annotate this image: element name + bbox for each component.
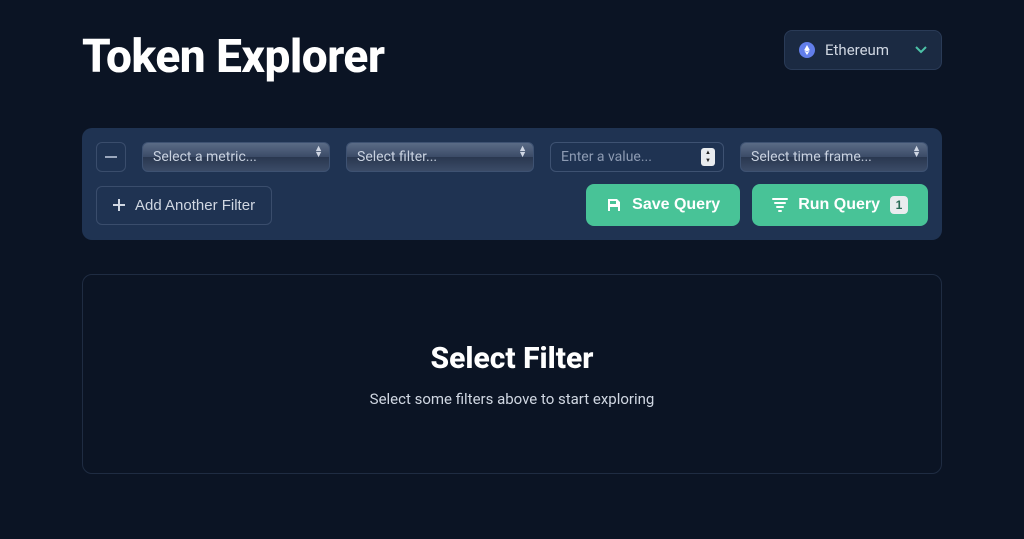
timeframe-select[interactable]: Select time frame... ▲▼ [740,142,928,172]
select-caret-icon: ▲▼ [314,146,323,158]
number-stepper-icon[interactable]: ▲▼ [701,148,715,166]
metric-select-placeholder: Select a metric... [153,149,257,165]
filter-operator-placeholder: Select filter... [357,149,437,165]
network-label: Ethereum [825,41,889,59]
empty-state-subtitle: Select some filters above to start explo… [370,390,655,408]
select-caret-icon: ▲▼ [912,146,921,158]
ethereum-icon [799,42,815,58]
save-query-label: Save Query [632,196,720,214]
filter-operator-select[interactable]: Select filter... ▲▼ [346,142,534,172]
value-input[interactable]: Enter a value... ▲▼ [550,142,724,172]
save-query-button[interactable]: Save Query [586,184,740,226]
remove-filter-button[interactable] [96,142,126,172]
filter-panel: Select a metric... ▲▼ Select filter... ▲… [82,128,942,240]
timeframe-select-placeholder: Select time frame... [751,149,872,165]
add-filter-label: Add Another Filter [135,197,255,214]
empty-state-title: Select Filter [431,341,594,376]
run-query-label: Run Query [798,196,880,214]
chevron-down-icon [915,46,927,54]
value-input-placeholder: Enter a value... [561,149,652,165]
metric-select[interactable]: Select a metric... ▲▼ [142,142,330,172]
add-filter-button[interactable]: Add Another Filter [96,186,272,225]
filter-icon [772,198,788,212]
network-selector[interactable]: Ethereum [784,30,942,70]
save-icon [606,197,622,213]
page-title: Token Explorer [82,30,385,84]
filter-row: Select a metric... ▲▼ Select filter... ▲… [96,142,928,172]
results-panel: Select Filter Select some filters above … [82,274,942,474]
select-caret-icon: ▲▼ [518,146,527,158]
run-query-button[interactable]: Run Query 1 [752,184,928,226]
run-query-badge: 1 [890,196,908,214]
plus-icon [113,199,125,211]
